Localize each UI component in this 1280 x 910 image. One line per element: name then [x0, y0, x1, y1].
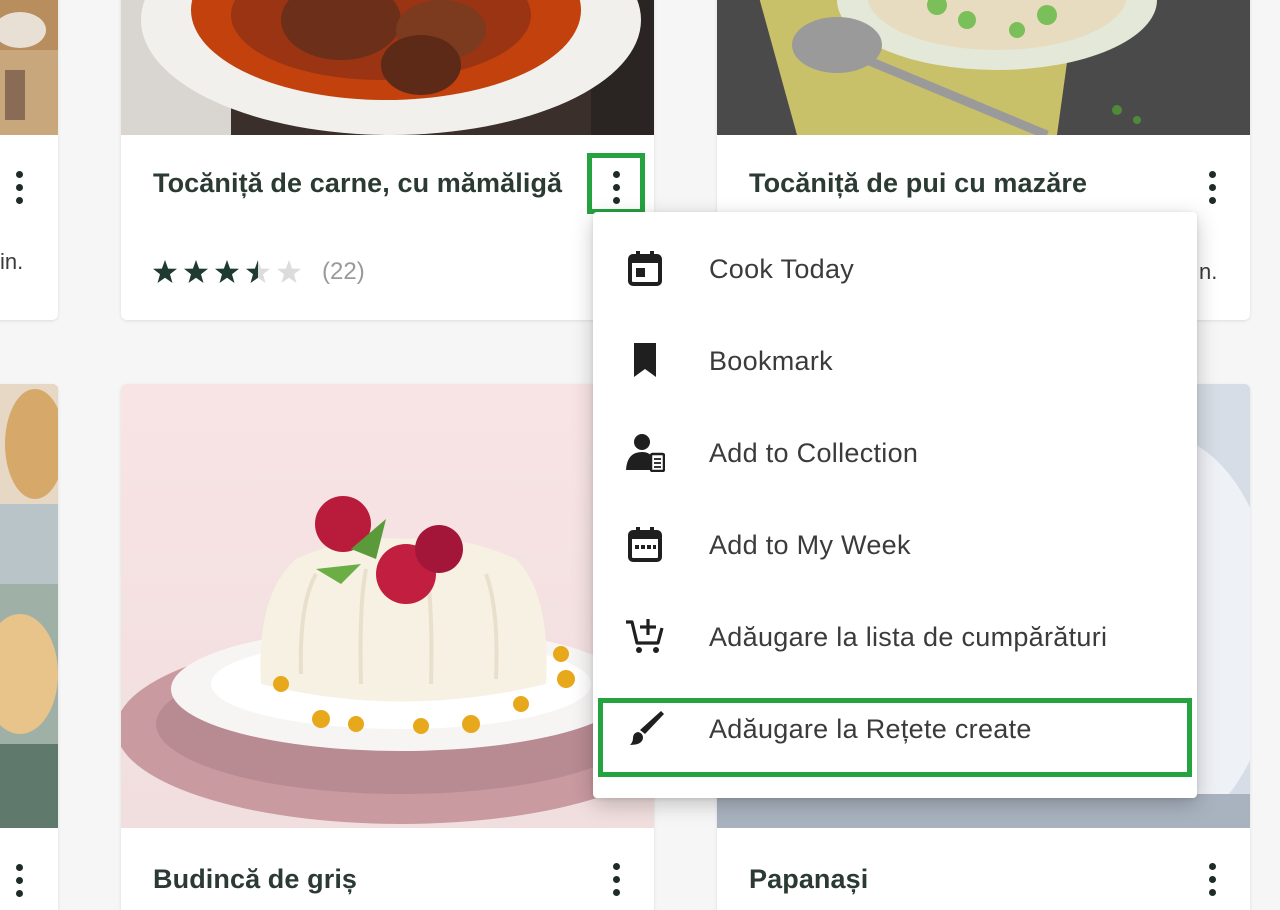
more-options-button[interactable]: [1203, 167, 1221, 207]
bookmark-icon: [634, 343, 656, 377]
stars-icon: [153, 260, 301, 283]
calendar-week-icon: [628, 527, 662, 562]
recipe-grid-page: in. Tocăniță de carne, cu mămăligă Tocăn…: [0, 0, 1280, 910]
menu-item-add-to-shopping-list[interactable]: Adăugare la lista de cumpărături: [593, 580, 1197, 672]
recipe-title[interactable]: Budincă de griș: [153, 864, 357, 895]
menu-item-add-to-collection[interactable]: Add to Collection: [593, 396, 1197, 488]
menu-item-cook-today[interactable]: Cook Today: [593, 212, 1197, 304]
cart-add-icon: [626, 619, 664, 653]
calendar-today-icon: [628, 251, 662, 286]
recipe-image: [0, 384, 58, 828]
menu-item-label: Add to Collection: [709, 438, 919, 468]
more-options-button[interactable]: [10, 167, 28, 207]
recipe-card-partial-bottom-left[interactable]: [0, 384, 58, 910]
menu-item-label: Add to My Week: [709, 530, 911, 560]
recipe-card-partial-top-left[interactable]: in.: [0, 0, 58, 320]
recipe-title[interactable]: Tocăniță de pui cu mazăre: [749, 168, 1087, 199]
star-rating: [152, 256, 312, 286]
rating-count: (22): [322, 258, 365, 285]
recipe-title[interactable]: Papanași: [749, 864, 868, 895]
highlight-box-more-options: [587, 153, 645, 214]
menu-item-label: Adăugare la lista de cumpărături: [709, 622, 1108, 652]
recipe-image: [717, 0, 1250, 135]
more-options-button[interactable]: [1203, 859, 1221, 899]
recipe-title[interactable]: Tocăniță de carne, cu mămăligă: [153, 168, 562, 199]
recipe-image: [0, 0, 58, 135]
recipe-card[interactable]: Budincă de griș: [121, 384, 654, 910]
recipe-image: [121, 384, 654, 828]
more-options-button[interactable]: [10, 860, 28, 900]
recipe-time: n.: [1199, 259, 1218, 284]
collection-user-icon: [626, 434, 665, 472]
recipe-time: in.: [0, 249, 24, 274]
more-options-button[interactable]: [607, 859, 625, 899]
recipe-image: [121, 0, 654, 135]
menu-item-label: Bookmark: [709, 346, 833, 376]
highlight-box-menu-item: [598, 698, 1192, 777]
menu-item-add-to-my-week[interactable]: Add to My Week: [593, 488, 1197, 580]
menu-item-bookmark[interactable]: Bookmark: [593, 304, 1197, 396]
menu-item-label: Cook Today: [709, 254, 855, 284]
